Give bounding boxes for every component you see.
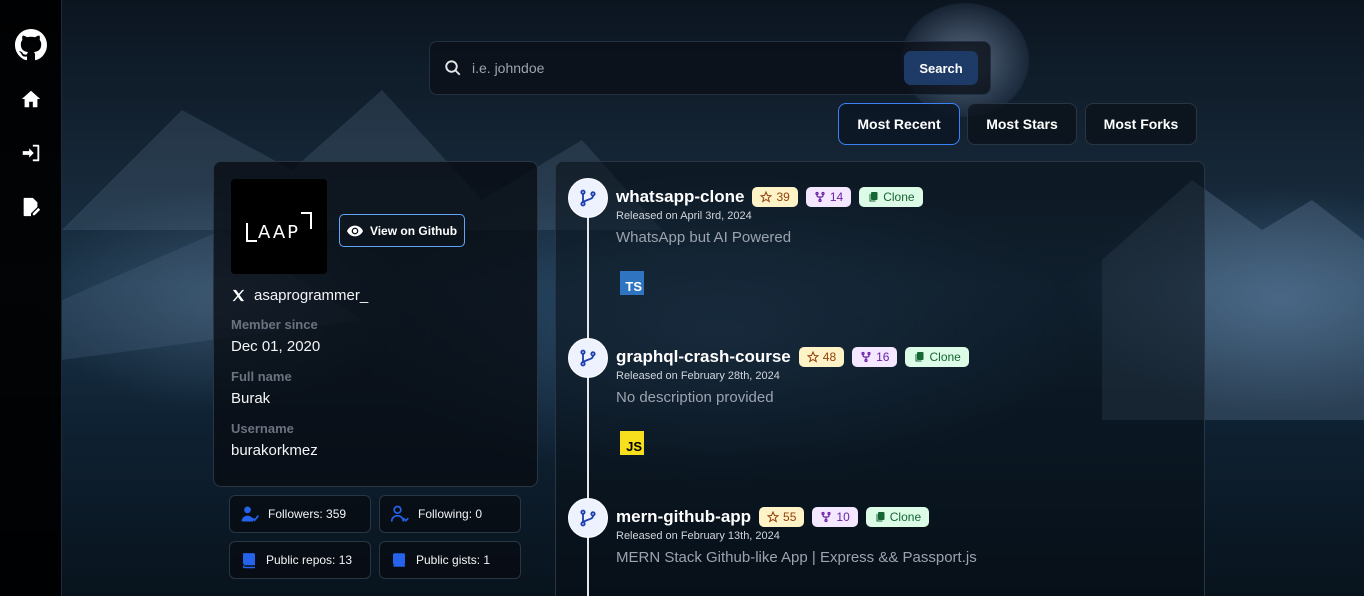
star-icon	[767, 511, 780, 523]
twitter-handle[interactable]: asaprogrammer_	[231, 287, 368, 304]
forks-count: 16	[876, 350, 890, 364]
username-label: Username	[231, 421, 294, 436]
stars-badge: 39	[752, 187, 798, 207]
full-name-label: Full name	[231, 369, 292, 384]
github-logo-icon[interactable]	[14, 28, 48, 62]
stars-count: 39	[776, 190, 790, 204]
typescript-logo-icon: TS	[620, 271, 644, 295]
search-icon	[445, 60, 461, 76]
forks-badge: 14	[805, 187, 852, 207]
forks-count: 14	[829, 190, 844, 204]
search-bar: Search	[429, 41, 991, 95]
clone-button[interactable]: Clone	[859, 187, 923, 207]
stars-count: 55	[783, 510, 797, 524]
forks-count: 10	[836, 510, 850, 524]
repo-description: WhatsApp but AI Powered	[616, 229, 792, 246]
fork-icon	[815, 191, 825, 203]
forks-badge: 16	[852, 347, 898, 367]
member-since-label: Member since	[231, 317, 318, 332]
stars-badge: 55	[759, 507, 805, 527]
username-value: burakorkmez	[231, 442, 318, 459]
gist-book-icon	[393, 553, 405, 567]
stars-badge: 48	[798, 347, 845, 367]
sort-most-stars-button[interactable]: Most Stars	[967, 103, 1077, 145]
repo-book-icon	[243, 553, 255, 569]
user-following-icon	[390, 505, 409, 522]
repo-name-link[interactable]: mern-github-app	[616, 507, 751, 527]
following-stat: Following: 0	[379, 495, 521, 533]
public-repos-count: Public repos: 13	[266, 553, 353, 567]
clone-label: Clone	[889, 510, 922, 524]
star-icon	[760, 191, 773, 203]
signup-icon[interactable]	[14, 190, 48, 224]
clone-button[interactable]: Clone	[905, 347, 969, 367]
git-branch-icon	[568, 338, 608, 378]
search-button[interactable]: Search	[904, 51, 978, 85]
release-date: Released on February 28th, 2024	[616, 370, 780, 382]
copy-icon	[876, 512, 885, 522]
release-date: Released on February 13th, 2024	[616, 530, 780, 542]
profile-card: AAP View on Github asaprogrammer_ Member…	[213, 161, 538, 487]
repo-description: MERN Stack Github-like App | Express && …	[616, 549, 977, 566]
repo-name-link[interactable]: graphql-crash-course	[616, 347, 791, 367]
sort-most-recent-button[interactable]: Most Recent	[838, 103, 960, 145]
sidebar	[0, 0, 62, 596]
avatar: AAP	[231, 179, 327, 274]
forks-badge: 10	[812, 507, 858, 527]
public-gists-stat: Public gists: 1	[379, 541, 521, 579]
home-icon[interactable]	[14, 82, 48, 116]
followers-stat: Followers: 359	[229, 495, 371, 533]
full-name-value: Burak	[231, 390, 271, 407]
twitter-username: asaprogrammer_	[254, 287, 369, 304]
star-icon	[806, 351, 819, 363]
git-branch-icon	[568, 178, 608, 218]
view-on-github-button[interactable]: View on Github	[339, 214, 465, 247]
git-branch-icon	[568, 498, 608, 538]
javascript-logo-icon: JS	[620, 431, 644, 455]
svg-text:AAP: AAP	[258, 222, 300, 243]
public-gists-count: Public gists: 1	[416, 553, 491, 567]
x-logo-icon	[232, 289, 245, 302]
view-on-github-label: View on Github	[369, 223, 458, 238]
following-count: Following: 0	[418, 507, 483, 521]
public-repos-stat: Public repos: 13	[229, 541, 371, 579]
clone-label: Clone	[883, 190, 915, 204]
clone-label: Clone	[929, 350, 961, 364]
copy-icon	[915, 352, 924, 362]
release-date: Released on April 3rd, 2024	[616, 210, 752, 222]
repo-description: No description provided	[616, 389, 774, 406]
copy-icon	[869, 192, 878, 202]
clone-button[interactable]: Clone	[865, 507, 930, 527]
sort-most-forks-button[interactable]: Most Forks	[1085, 103, 1197, 145]
followers-count: Followers: 359	[268, 507, 347, 521]
avatar-logo: AAP	[246, 211, 312, 243]
user-check-icon	[241, 506, 259, 522]
fork-icon	[861, 351, 871, 363]
member-since-value: Dec 01, 2020	[231, 338, 321, 355]
fork-icon	[821, 511, 832, 523]
stars-count: 48	[822, 350, 837, 364]
repo-name-link[interactable]: whatsapp-clone	[616, 187, 744, 207]
eye-icon	[346, 225, 363, 236]
login-icon[interactable]	[14, 136, 48, 170]
